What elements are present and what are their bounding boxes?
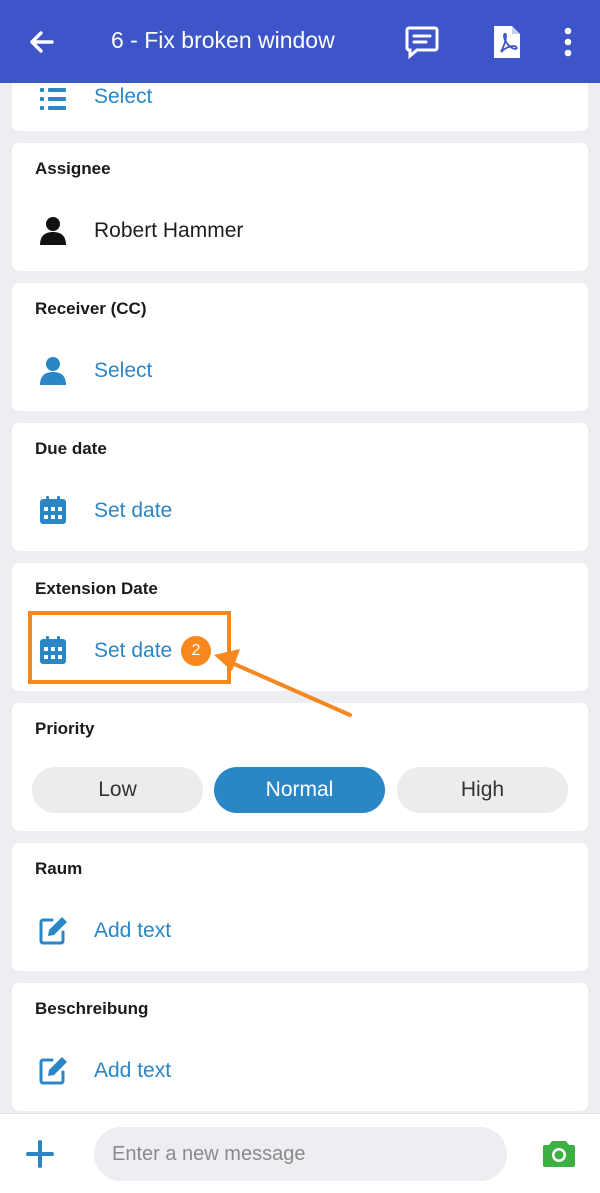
- step-badge: 2: [181, 636, 211, 666]
- list-icon: [40, 88, 66, 110]
- receiver-label: Receiver (CC): [35, 299, 147, 318]
- due-date-card: Due date Set date: [12, 423, 588, 551]
- category-select-link[interactable]: Select: [94, 85, 152, 109]
- plus-icon[interactable]: [24, 1138, 56, 1170]
- priority-label: Priority: [35, 719, 95, 738]
- priority-low-button[interactable]: Low: [32, 767, 203, 813]
- edit-icon: [39, 1057, 67, 1085]
- message-input[interactable]: [94, 1127, 507, 1181]
- beschreibung-card: Beschreibung Add text: [12, 983, 588, 1111]
- category-card: Select: [12, 83, 588, 131]
- assignee-value[interactable]: Robert Hammer: [94, 219, 243, 243]
- assignee-label: Assignee: [35, 159, 111, 178]
- person-icon: [40, 217, 66, 245]
- person-icon: [40, 357, 66, 385]
- receiver-select-link[interactable]: Select: [94, 359, 152, 383]
- priority-high-button[interactable]: High: [397, 767, 568, 813]
- due-date-set-link[interactable]: Set date: [94, 499, 172, 523]
- pdf-icon[interactable]: [491, 24, 523, 60]
- more-vertical-icon[interactable]: [558, 26, 578, 58]
- receiver-card: Receiver (CC) Select: [12, 283, 588, 411]
- camera-icon[interactable]: [542, 1138, 576, 1168]
- due-date-label: Due date: [35, 439, 107, 458]
- app-bar: 6 - Fix broken window: [0, 0, 600, 83]
- task-detail-content[interactable]: Select Assignee Robert Hammer Receiver (…: [0, 83, 600, 1113]
- raum-card: Raum Add text: [12, 843, 588, 971]
- priority-normal-button[interactable]: Normal: [214, 767, 385, 813]
- assignee-card: Assignee Robert Hammer: [12, 143, 588, 271]
- message-composer: [0, 1113, 600, 1193]
- calendar-icon: [40, 496, 66, 524]
- beschreibung-label: Beschreibung: [35, 999, 149, 1018]
- extension-date-label: Extension Date: [35, 579, 158, 598]
- raum-add-text-link[interactable]: Add text: [94, 919, 171, 943]
- raum-label: Raum: [35, 859, 83, 878]
- edit-icon: [39, 917, 67, 945]
- page-title: 6 - Fix broken window: [111, 27, 335, 53]
- comment-icon[interactable]: [404, 24, 440, 60]
- beschreibung-add-text-link[interactable]: Add text: [94, 1059, 171, 1083]
- back-arrow-icon[interactable]: [26, 26, 58, 58]
